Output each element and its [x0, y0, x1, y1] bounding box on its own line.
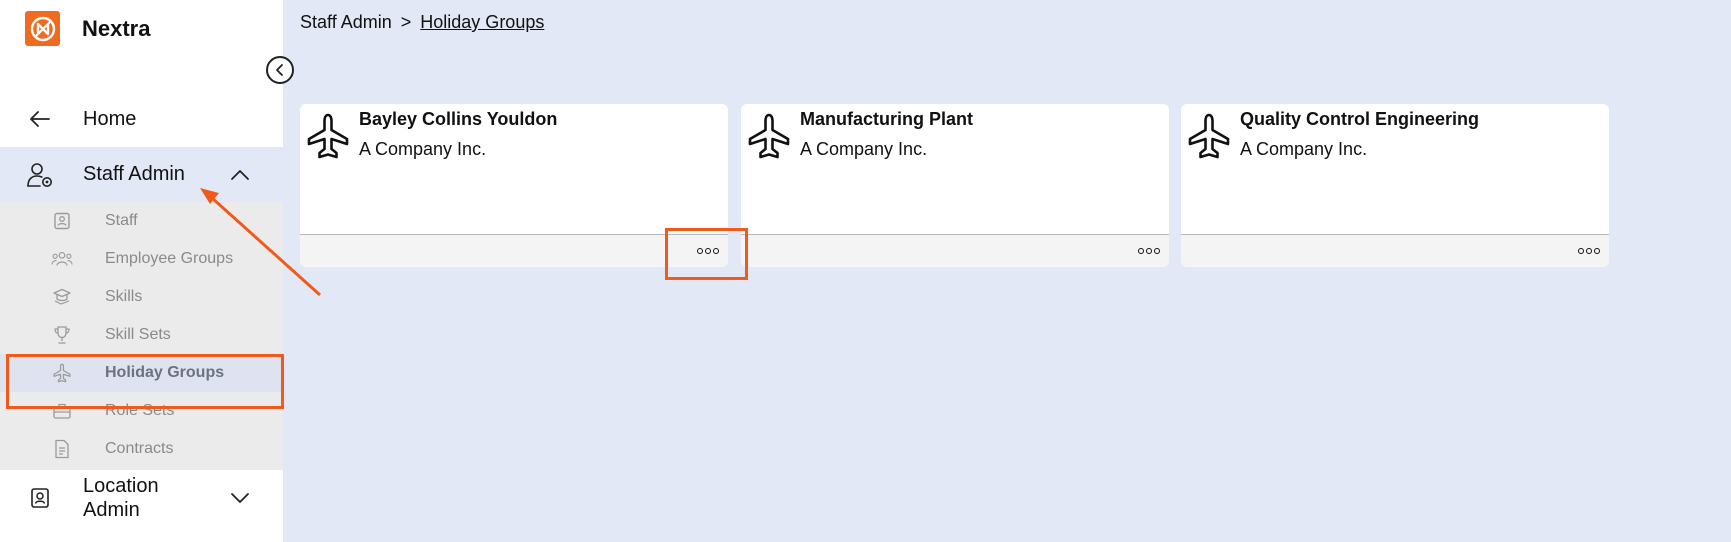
sidebar-item-label: Holiday Groups	[105, 364, 225, 381]
sidebar: Nextra Home Staff Admin Staff Employee G…	[0, 0, 283, 542]
sidebar-item-label: Contracts	[105, 440, 174, 457]
more-options-icon[interactable]	[1575, 241, 1603, 261]
sidebar-item-label: Skill Sets	[105, 326, 171, 343]
nav-location-admin[interactable]: Location Admin	[0, 470, 283, 526]
sidebar-item-contracts[interactable]: Contracts	[0, 430, 283, 468]
plane-icon	[304, 112, 352, 160]
users-icon	[51, 248, 73, 270]
sidebar-item-label: Staff	[105, 212, 138, 229]
app-name: Nextra	[82, 15, 151, 41]
nav-location-admin-label: Location Admin	[83, 474, 159, 522]
chevron-left-icon	[273, 63, 287, 77]
document-icon	[51, 438, 73, 460]
graduation-cap-icon	[51, 286, 73, 308]
nextra-logo-icon	[25, 11, 60, 46]
sidebar-item-skill-sets[interactable]: Skill Sets	[0, 316, 283, 354]
user-gear-icon	[26, 161, 54, 189]
sidebar-item-holiday-groups[interactable]: Holiday Groups	[0, 354, 283, 392]
holiday-group-card[interactable]: Manufacturing Plant A Company Inc.	[741, 104, 1169, 267]
breadcrumb-separator: >	[400, 12, 412, 32]
card-subtitle: A Company Inc.	[359, 139, 487, 159]
sidebar-item-label: Employee Groups	[105, 250, 234, 267]
nav-location-admin-label-line2: Admin	[83, 499, 140, 521]
chevron-up-icon[interactable]	[228, 163, 252, 187]
nav-home[interactable]: Home	[0, 98, 283, 140]
card-title: Quality Control Engineering	[1240, 109, 1480, 129]
id-card-icon	[26, 484, 54, 512]
plane-icon	[51, 362, 73, 384]
card-subtitle: A Company Inc.	[800, 139, 928, 159]
holiday-group-card[interactable]: Bayley Collins Youldon A Company Inc.	[300, 104, 728, 267]
plane-icon	[1185, 112, 1233, 160]
trophy-icon	[51, 324, 73, 346]
sidebar-item-label: Skills	[105, 288, 143, 305]
more-options-icon[interactable]	[694, 241, 722, 261]
card-subtitle: A Company Inc.	[1240, 139, 1368, 159]
staff-admin-submenu: Staff Employee Groups Skills Skill Sets …	[0, 202, 283, 470]
breadcrumb-parent[interactable]: Staff Admin	[300, 12, 392, 32]
sidebar-item-employee-groups[interactable]: Employee Groups	[0, 240, 283, 278]
collapse-sidebar-button[interactable]	[266, 56, 294, 84]
sidebar-item-label: Role Sets	[105, 402, 175, 419]
nav-location-admin-label-line1: Location	[83, 475, 159, 497]
more-options-icon[interactable]	[1135, 241, 1163, 261]
nav-staff-admin-label: Staff Admin	[83, 163, 185, 185]
arrow-left-icon	[26, 105, 54, 133]
briefcase-icon	[51, 400, 73, 422]
nav-home-label: Home	[83, 107, 137, 130]
brand[interactable]: Nextra	[25, 11, 150, 46]
breadcrumb-current[interactable]: Holiday Groups	[420, 12, 544, 32]
plane-icon	[745, 112, 793, 160]
card-title: Manufacturing Plant	[800, 109, 974, 129]
breadcrumb: Staff Admin > Holiday Groups	[300, 12, 544, 33]
card-footer	[300, 234, 728, 267]
id-badge-icon	[51, 210, 73, 232]
nav-staff-admin[interactable]: Staff Admin	[0, 147, 283, 202]
card-footer	[1181, 234, 1609, 267]
sidebar-item-staff[interactable]: Staff	[0, 202, 283, 240]
holiday-group-card[interactable]: Quality Control Engineering A Company In…	[1181, 104, 1609, 267]
chevron-down-icon[interactable]	[228, 486, 252, 510]
sidebar-item-skills[interactable]: Skills	[0, 278, 283, 316]
card-footer	[741, 234, 1169, 267]
sidebar-item-role-sets[interactable]: Role Sets	[0, 392, 283, 430]
card-title: Bayley Collins Youldon	[359, 109, 558, 129]
